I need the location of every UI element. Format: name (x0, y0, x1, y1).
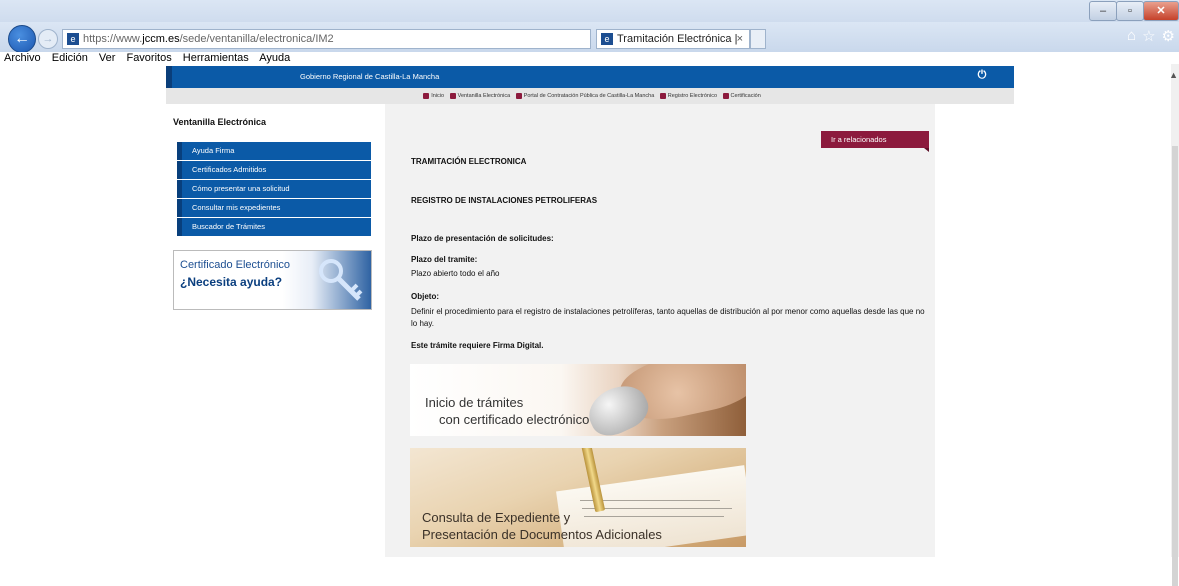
consult-banner-line2: Presentación de Documentos Adicionales (422, 527, 662, 542)
term-value: Plazo abierto todo el año (411, 269, 500, 278)
url-prefix: https://www. (83, 33, 143, 45)
bullet-icon (423, 92, 430, 99)
site-favicon-icon: e (67, 33, 79, 45)
minimize-button[interactable]: – (1089, 1, 1117, 21)
address-bar[interactable]: e https://www.jccm.es/sede/ventanilla/ele… (62, 29, 645, 49)
site-title[interactable]: Gobierno Regional de Castilla-La Mancha (300, 66, 439, 88)
url-host: jccm.es (142, 33, 180, 45)
menu-archivo[interactable]: Archivo (4, 52, 41, 64)
start-banner-line2: con certificado electrónico (439, 412, 590, 427)
sidebar-item-certificados[interactable]: Certificados Admitidos (177, 161, 371, 179)
home-icon[interactable]: ⌂ (1127, 27, 1136, 45)
window-titlebar: – ▫ ✕ (0, 0, 1179, 22)
new-tab-button[interactable] (750, 29, 766, 49)
bullet-icon (515, 92, 522, 99)
bullet-icon (449, 92, 456, 99)
tab-close-icon[interactable]: × (737, 30, 743, 48)
site-header: Gobierno Regional de Castilla-La Mancha … (166, 66, 1014, 88)
term-label: Plazo del tramite: (411, 255, 478, 264)
sidebar-item-ayuda-firma[interactable]: Ayuda Firma (177, 142, 371, 160)
back-button[interactable]: ← (8, 25, 36, 53)
menu-ver[interactable]: Ver (99, 52, 116, 64)
signature-note: Este trámite requiere Firma Digital. (411, 341, 544, 350)
tab-favicon-icon: e (601, 33, 613, 45)
object-label: Objeto: (411, 292, 439, 301)
bullet-icon (722, 92, 729, 99)
menu-herramientas[interactable]: Herramientas (183, 52, 249, 64)
scroll-up-icon[interactable]: ▲ (1169, 70, 1178, 80)
start-banner-line1: Inicio de trámites (425, 395, 524, 410)
link-registro[interactable]: Registro Electrónico (668, 93, 717, 99)
sidebar-heading: Ventanilla Electrónica (173, 117, 267, 127)
related-button[interactable]: Ir a relacionados (821, 131, 929, 152)
settings-gear-icon[interactable]: ⚙ (1162, 27, 1175, 45)
menu-bar: Archivo Edición Ver Favoritos Herramient… (0, 52, 1179, 64)
consult-documents-banner[interactable]: Consulta de Expediente y Presentación de… (410, 448, 746, 547)
banner-line1: Certificado Electrónico (180, 259, 291, 271)
start-procedure-banner[interactable]: Inicio de trámites con certificado elect… (410, 364, 746, 436)
bullet-icon (659, 92, 666, 99)
browser-toolbar-icons: ⌂ ☆ ⚙ (1127, 27, 1175, 45)
link-certificacion[interactable]: Certificación (731, 93, 761, 99)
maximize-button[interactable]: ▫ (1116, 1, 1144, 21)
menu-favoritos[interactable]: Favoritos (126, 52, 171, 64)
power-icon[interactable]: ⏻ (976, 69, 988, 81)
certificate-help-banner[interactable]: Certificado Electrónico ¿Necesita ayuda? (173, 250, 372, 310)
favorites-star-icon[interactable]: ☆ (1142, 27, 1155, 45)
sidebar-item-como-presentar[interactable]: Cómo presentar una solicitud (177, 180, 371, 198)
menu-edicion[interactable]: Edición (52, 52, 88, 64)
object-text: Definir el procedimiento para el registr… (411, 307, 925, 328)
forward-button[interactable]: → (38, 29, 58, 49)
consult-banner-text: Consulta de Expediente y Presentación de… (422, 509, 662, 543)
vertical-scrollbar[interactable] (1171, 64, 1179, 586)
link-ventanilla[interactable]: Ventanilla Electrónica (458, 93, 511, 99)
browser-tab[interactable]: eTramitación Electrónica | S... × (596, 29, 750, 63)
window-controls: – ▫ ✕ (1089, 1, 1179, 21)
link-inicio[interactable]: Inicio (431, 93, 444, 99)
procedure-title: REGISTRO DE INSTALACIONES PETROLIFERAS (411, 196, 598, 205)
sidebar-item-buscador[interactable]: Buscador de Trámites (177, 218, 371, 236)
section-title: TRAMITACIÓN ELECTRONICA (411, 157, 527, 166)
url-path: /sede/ventanilla/electronica/IM2 (179, 33, 334, 45)
banner-line2: ¿Necesita ayuda? (180, 275, 283, 289)
close-window-button[interactable]: ✕ (1143, 1, 1179, 21)
sidebar-item-consultar[interactable]: Consultar mis expedientes (177, 199, 371, 217)
link-contratacion[interactable]: Portal de Contratación Pública de Castil… (524, 93, 655, 99)
scrollbar-thumb[interactable] (1172, 146, 1178, 586)
consult-banner-line1: Consulta de Expediente y (422, 510, 571, 525)
start-banner-text: Inicio de trámites con certificado elect… (425, 394, 589, 428)
menu-ayuda[interactable]: Ayuda (259, 52, 290, 64)
top-links: Inicio Ventanilla Electrónica Portal de … (166, 88, 1014, 104)
key-icon (319, 259, 363, 301)
sidebar-menu: Ayuda Firma Certificados Admitidos Cómo … (177, 142, 371, 237)
deadline-label: Plazo de presentación de solicitudes: (411, 234, 554, 243)
